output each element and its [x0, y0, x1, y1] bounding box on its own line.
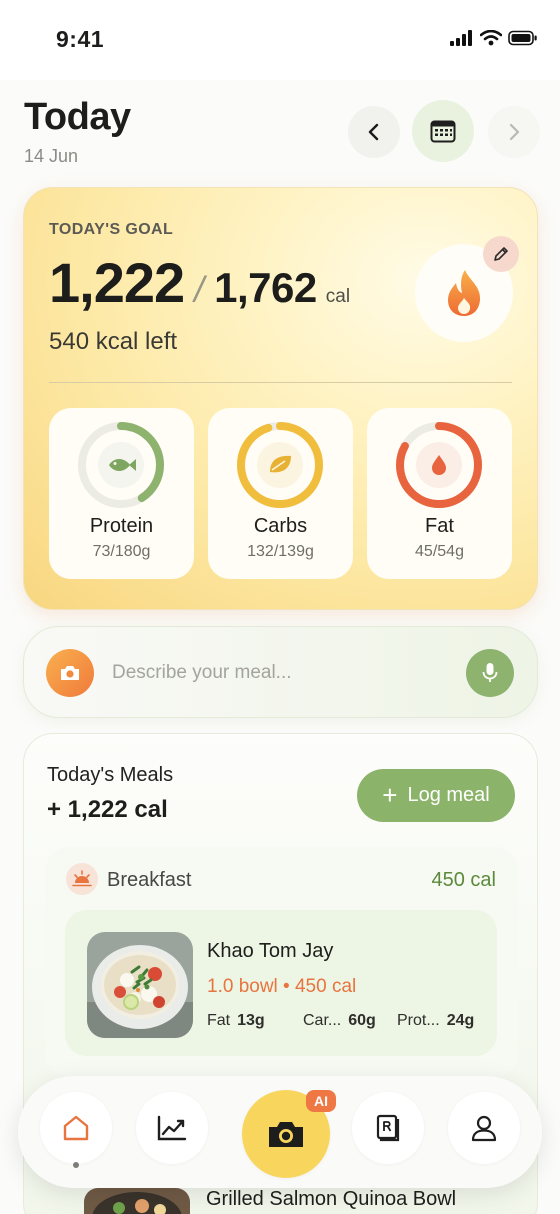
calendar-icon — [430, 120, 456, 143]
next-day-button[interactable] — [488, 106, 540, 158]
breakfast-section[interactable]: Breakfast 450 cal Khao Tom Jay 1.0 bowl … — [45, 847, 518, 1077]
breakfast-label: Breakfast — [107, 869, 192, 891]
food-item[interactable]: Khao Tom Jay 1.0 bowl • 450 cal Fat 13g C… — [65, 910, 497, 1056]
pencil-icon — [494, 247, 508, 261]
calories-slash: / — [194, 269, 205, 310]
wifi-icon — [480, 30, 502, 46]
signal-icon — [450, 30, 472, 46]
food-portion: 1.0 bowl • 450 cal — [207, 976, 357, 997]
fat-ring — [396, 422, 482, 508]
meal-description-input[interactable] — [112, 649, 452, 697]
bottom-tab-bar: AI — [18, 1076, 542, 1188]
macro-name: Protein — [89, 515, 154, 537]
flame-icon — [448, 270, 481, 316]
status-bar: 9:41 — [0, 0, 560, 80]
macro-fat[interactable]: Fat 45/54g — [367, 408, 512, 579]
plus-icon: + — [382, 779, 398, 810]
chevron-right-icon — [509, 123, 520, 141]
calories-left: 540 kcal left — [49, 328, 178, 355]
user-icon — [471, 1115, 497, 1142]
status-icons — [450, 30, 538, 46]
breakfast-calories: 450 cal — [431, 869, 497, 891]
goal-card: TODAY'S GOAL 1,222 / 1,762 cal 540 kcal … — [23, 187, 538, 610]
macro-value: 45/54g — [415, 543, 464, 560]
food-macros: Fat 13g Car... 60g Prot... 24g — [207, 1012, 474, 1030]
meals-total: + 1,222 cal — [47, 796, 168, 823]
previous-day-button[interactable] — [348, 106, 400, 158]
food-carbs: Car... 60g — [303, 1012, 376, 1029]
carbs-ring — [237, 422, 323, 508]
macro-carbs[interactable]: Carbs 132/139g — [208, 408, 353, 579]
macro-value: 132/139g — [247, 543, 314, 560]
edit-goal-button[interactable] — [483, 236, 519, 272]
goal-calories: 1,222 / 1,762 cal — [49, 250, 350, 315]
active-tab-indicator — [73, 1162, 79, 1168]
sunrise-icon — [66, 863, 98, 895]
goal-label: TODAY'S GOAL — [49, 221, 174, 238]
page-date: 14 Jun — [24, 146, 79, 166]
calendar-button[interactable] — [412, 100, 474, 162]
food-photo — [87, 932, 193, 1038]
food-name: Khao Tom Jay — [207, 940, 334, 962]
goal-divider — [49, 382, 512, 383]
protein-ring — [78, 422, 164, 508]
tab-home[interactable] — [40, 1092, 112, 1164]
photo-button[interactable] — [46, 649, 94, 697]
microphone-icon — [482, 663, 498, 682]
ai-badge: AI — [306, 1090, 336, 1112]
recipe-book-icon — [376, 1114, 400, 1142]
status-time: 9:41 — [56, 26, 105, 52]
food-photo-2 — [84, 1188, 190, 1214]
food-name-2: Grilled Salmon Quinoa Bowl — [206, 1188, 457, 1210]
tab-recipes[interactable] — [352, 1092, 424, 1164]
macro-value: 73/180g — [92, 543, 151, 560]
meals-title: Today's Meals — [47, 764, 174, 786]
tab-progress[interactable] — [136, 1092, 208, 1164]
calories-target: 1,762 — [214, 264, 317, 311]
voice-button[interactable] — [466, 649, 514, 697]
food-protein: Prot... 24g — [397, 1012, 475, 1029]
camera-icon — [61, 666, 79, 680]
home-icon — [63, 1115, 89, 1141]
log-meal-label: Log meal — [407, 784, 490, 806]
macro-protein[interactable]: Protein 73/180g — [49, 408, 194, 579]
meal-input-bar — [23, 626, 538, 718]
battery-icon — [508, 30, 537, 46]
tab-profile[interactable] — [448, 1092, 520, 1164]
macro-name: Fat — [425, 515, 454, 537]
camera-icon — [269, 1122, 303, 1147]
calories-unit: cal — [325, 286, 351, 307]
page-title: Today — [24, 96, 131, 138]
food-fat: Fat 13g — [207, 1012, 265, 1029]
chart-icon — [157, 1115, 187, 1141]
log-meal-button[interactable]: + Log meal — [357, 769, 515, 822]
macro-name: Carbs — [253, 515, 308, 537]
calories-consumed: 1,222 — [49, 251, 185, 314]
chevron-left-icon — [368, 123, 379, 141]
